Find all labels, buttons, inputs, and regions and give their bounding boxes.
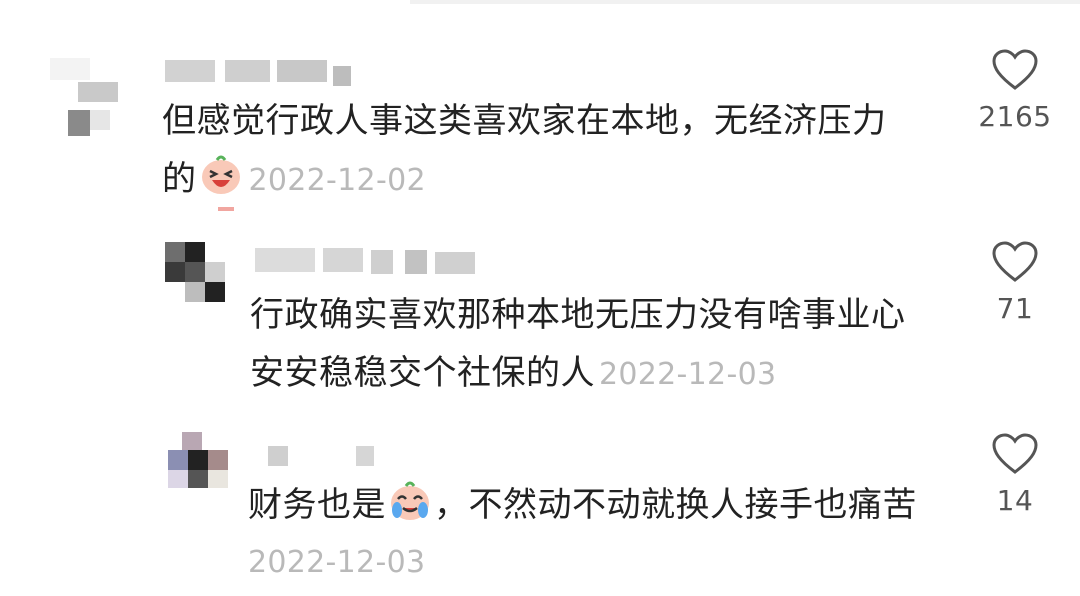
avatar[interactable]	[168, 432, 234, 488]
like-count: 14	[996, 484, 1034, 517]
username[interactable]	[165, 60, 365, 94]
username[interactable]	[268, 446, 388, 480]
comment-text: 行政确实喜欢那种本地无压力没有啥事业心 安安稳稳交个社保的人 2022-12-03	[250, 286, 950, 404]
comment-text: 但感觉行政人事这类喜欢家在本地，无经济压力 的 2022-12-02	[162, 92, 962, 210]
like-button[interactable]: 14	[970, 432, 1060, 517]
reply-item: 行政确实喜欢那种本地无压力没有啥事业心 安安稳稳交个社保的人 2022-12-03…	[0, 230, 1080, 410]
heart-icon	[992, 49, 1038, 90]
comment-text: 财务也是 ，不然动不动就换人接手也痛苦 2022-12-03	[248, 476, 968, 592]
crying-face-icon	[388, 478, 432, 522]
like-button[interactable]: 2165	[970, 48, 1060, 133]
heart-icon	[992, 433, 1038, 474]
comment-line: 但感觉行政人事这类喜欢家在本地，无经济压力	[162, 101, 887, 141]
emoji-underline	[218, 207, 234, 211]
comment-line: 的	[162, 159, 197, 199]
comment-item: 但感觉行政人事这类喜欢家在本地，无经济压力 的 2022-12-02 2165	[0, 0, 1080, 230]
reply-item: 财务也是 ，不然动不动就换人接手也痛苦 2022-12-03 14	[0, 410, 1080, 596]
comment-date: 2022-12-03	[248, 545, 426, 580]
comment-line: 行政确实喜欢那种本地无压力没有啥事业心	[250, 295, 906, 335]
username[interactable]	[255, 248, 495, 282]
like-count: 71	[996, 292, 1034, 325]
laughing-face-icon	[199, 152, 243, 196]
like-button[interactable]: 71	[970, 240, 1060, 325]
avatar[interactable]	[165, 242, 237, 302]
comment-date: 2022-12-03	[599, 357, 777, 392]
avatar[interactable]	[50, 58, 130, 138]
comment-part: ，不然动不动就换人接手也痛苦	[434, 485, 917, 525]
comment-line: 安安稳稳交个社保的人	[250, 353, 595, 393]
comment-date: 2022-12-02	[248, 163, 426, 198]
comment-part: 财务也是	[248, 485, 386, 525]
like-count: 2165	[978, 100, 1052, 133]
heart-icon	[992, 241, 1038, 282]
